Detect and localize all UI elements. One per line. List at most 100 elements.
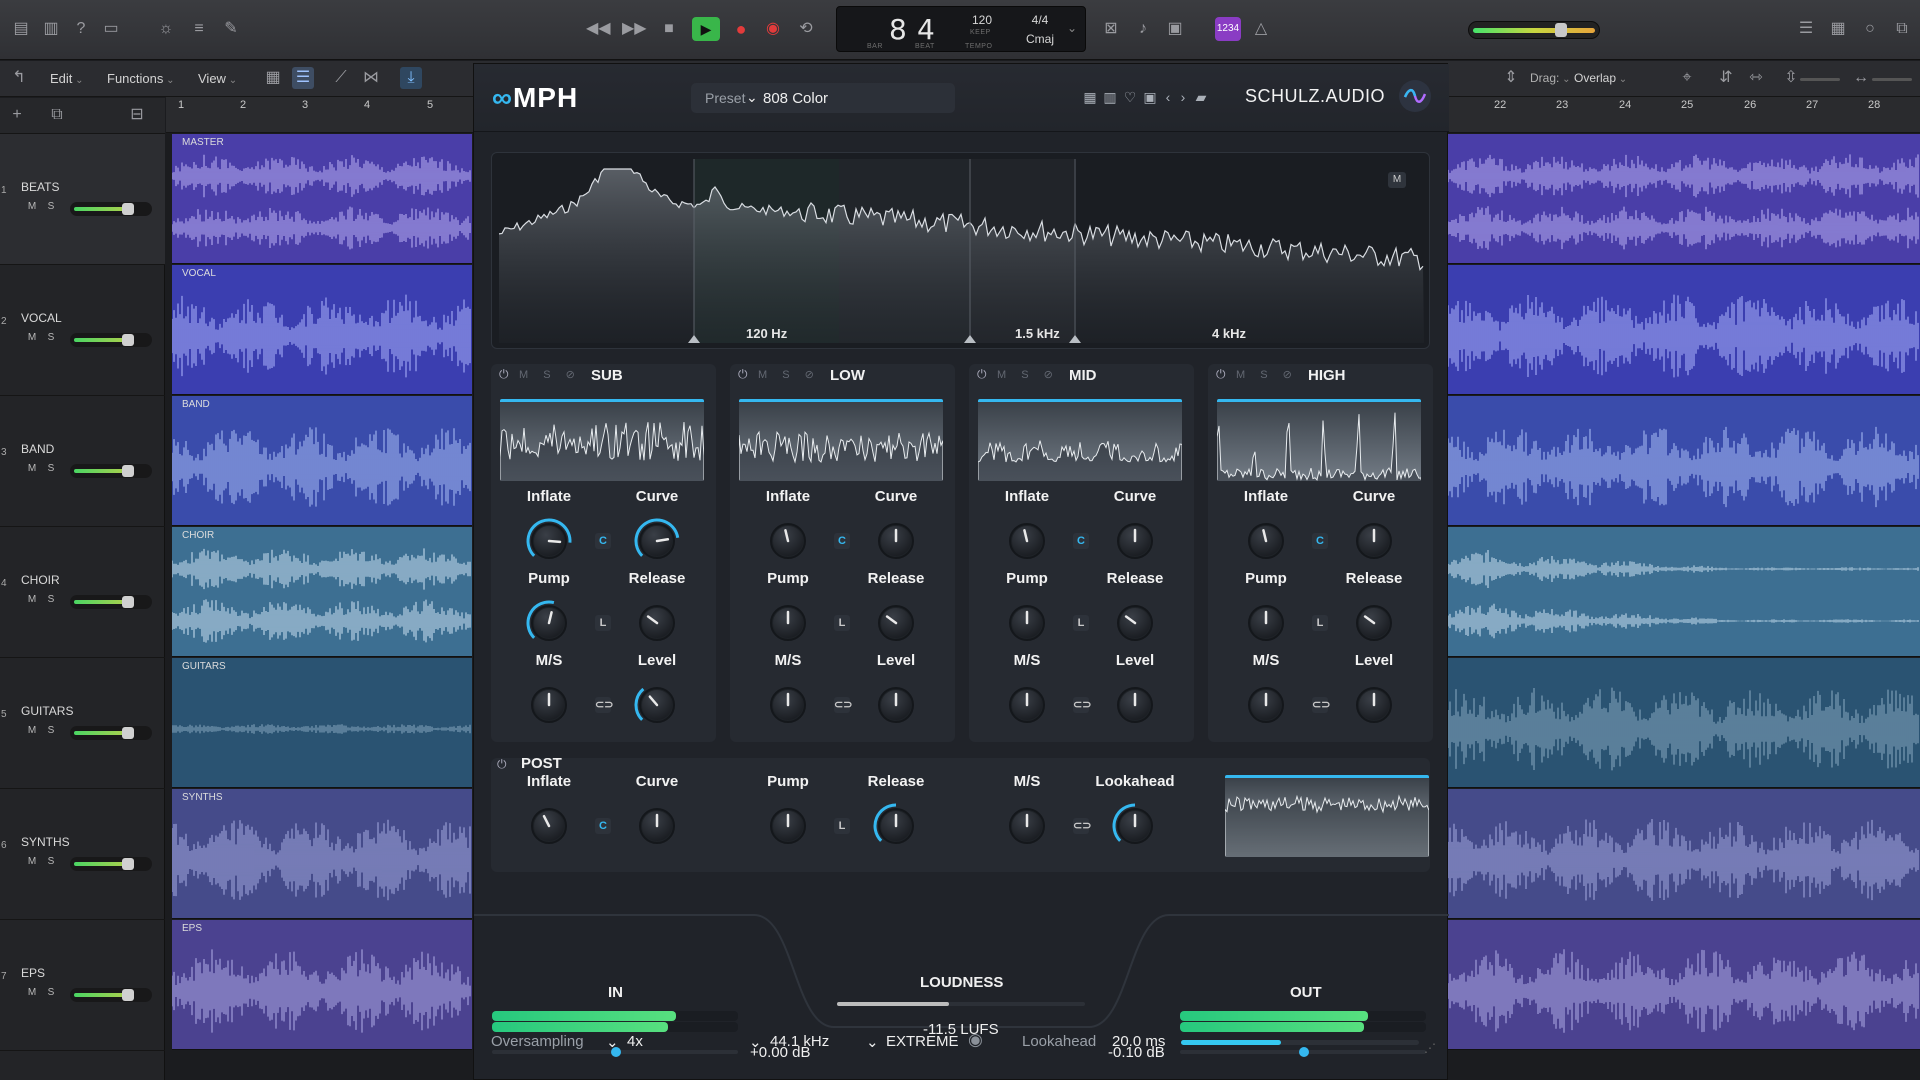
track-header[interactable]: 2 VOCAL M S	[0, 265, 165, 396]
curve-knob[interactable]	[1350, 517, 1398, 565]
ms-link-icon[interactable]: ⊂⊃	[595, 697, 613, 713]
track-volume-fader[interactable]	[70, 857, 152, 871]
capture-record-icon[interactable]: ◉	[762, 18, 784, 40]
spectrum-mode-button[interactable]: M	[1388, 172, 1406, 188]
flex-icon[interactable]: ⋈	[360, 67, 382, 89]
audio-region[interactable]: CHOIR	[172, 527, 472, 657]
release-link-toggle[interactable]: L	[1312, 615, 1328, 631]
release-link-toggle[interactable]: L	[1073, 615, 1089, 631]
audio-region[interactable]: VOCAL	[172, 265, 472, 395]
sample-rate-select[interactable]: 44.1 kHz	[770, 1033, 829, 1050]
global-tracks-icon[interactable]: ⊟	[126, 104, 148, 126]
stop-icon[interactable]: ■	[658, 18, 680, 40]
solo-button[interactable]: S	[45, 594, 57, 606]
smart-controls-icon[interactable]: ☼	[155, 18, 177, 40]
track-header[interactable]: 6 SYNTHS M S	[0, 789, 165, 920]
level-knob[interactable]	[872, 681, 920, 729]
mute-button[interactable]: M	[26, 201, 38, 213]
fader-handle[interactable]	[122, 596, 134, 608]
add-track-icon[interactable]: +	[6, 104, 28, 126]
release-knob[interactable]	[633, 599, 681, 647]
zoom-out-icon[interactable]: ⇳	[1780, 67, 1802, 89]
preset-chevron-icon[interactable]: ⌄	[746, 89, 758, 106]
track-header[interactable]: 5 GUITARS M S	[0, 658, 165, 789]
ms-link-icon[interactable]: ⊂⊃	[1073, 697, 1091, 713]
level-knob[interactable]	[1111, 681, 1159, 729]
mode-select[interactable]: EXTREME	[886, 1033, 959, 1050]
lookahead-footer-slider[interactable]	[1181, 1040, 1419, 1045]
post-ms-link-icon[interactable]: ⊂⊃	[1073, 818, 1091, 834]
cycle-icon[interactable]: ⟲	[795, 18, 817, 40]
functions-menu[interactable]: Functions	[107, 71, 175, 86]
audio-region[interactable]	[1448, 789, 1920, 919]
curve-knob[interactable]	[872, 517, 920, 565]
list-editor-icon[interactable]: ☰	[1795, 18, 1817, 40]
sample-rate-chevron-icon[interactable]: ⌄	[749, 1033, 762, 1051]
list-view-icon[interactable]: ☰	[292, 67, 314, 89]
next-preset-icon[interactable]: ›	[1174, 88, 1192, 106]
track-volume-fader[interactable]	[70, 464, 152, 478]
post-release-knob[interactable]	[872, 802, 920, 850]
waveform-zoom-icon[interactable]: ⇕	[1500, 67, 1522, 89]
fader-handle[interactable]	[122, 203, 134, 215]
audio-region[interactable]	[1448, 920, 1920, 1050]
search-icon[interactable]: ○	[1859, 18, 1881, 40]
release-link-toggle[interactable]: L	[595, 615, 611, 631]
band-mute-solo-icons[interactable]: M S ⊘	[519, 368, 581, 381]
fader-handle[interactable]	[122, 334, 134, 346]
band-mute-solo-icons[interactable]: M S ⊘	[997, 368, 1059, 381]
track-volume-fader[interactable]	[70, 988, 152, 1002]
lookahead-footer-value[interactable]: 20.0 ms	[1112, 1033, 1165, 1050]
release-knob[interactable]	[1111, 599, 1159, 647]
brand-wave-icon[interactable]	[1399, 80, 1431, 112]
grid-view-icon[interactable]: ▦	[262, 67, 284, 89]
solo-button[interactable]: S	[45, 987, 57, 999]
band-power-icon[interactable]: ⏻	[1216, 367, 1226, 382]
post-power-icon[interactable]: ⏻	[497, 757, 507, 772]
solo-button[interactable]: S	[45, 856, 57, 868]
library-icon[interactable]: ▤	[10, 18, 32, 40]
pump-knob[interactable]	[1003, 599, 1051, 647]
post-release-link-toggle[interactable]: L	[834, 818, 850, 834]
fader-handle[interactable]	[122, 465, 134, 477]
toolbar-icon[interactable]: ▭	[100, 18, 122, 40]
release-link-toggle[interactable]: L	[834, 615, 850, 631]
curve-clip-toggle[interactable]: C	[1073, 533, 1089, 549]
view-menu[interactable]: View	[198, 71, 237, 86]
help-icon[interactable]: ?	[70, 18, 92, 40]
curve-knob[interactable]	[1111, 517, 1159, 565]
solo-button[interactable]: S	[45, 463, 57, 475]
inflate-knob[interactable]	[764, 517, 812, 565]
ms-knob[interactable]	[1003, 681, 1051, 729]
curve-clip-toggle[interactable]: C	[1312, 533, 1328, 549]
ms-knob[interactable]	[764, 681, 812, 729]
save-icon[interactable]: ▣	[1141, 88, 1159, 106]
back-arrow-icon[interactable]: ↰	[8, 67, 30, 89]
resize-grip-icon[interactable]: ⋰	[1424, 1041, 1436, 1055]
master-volume-handle[interactable]	[1555, 23, 1567, 37]
level-knob[interactable]	[1350, 681, 1398, 729]
mute-button[interactable]: M	[26, 725, 38, 737]
notepad-icon[interactable]: ▦	[1827, 18, 1849, 40]
curve-clip-toggle[interactable]: C	[834, 533, 850, 549]
inflate-knob[interactable]	[1003, 517, 1051, 565]
vertical-zoom-slider[interactable]	[1800, 78, 1840, 81]
oversampling-chevron-icon[interactable]: ⌄	[606, 1033, 619, 1051]
fader-handle[interactable]	[122, 989, 134, 1001]
track-header[interactable]: 4 CHOIR M S	[0, 527, 165, 658]
horizontal-zoom-icon[interactable]: ⇿	[1745, 67, 1767, 89]
replace-icon[interactable]: ⊠	[1100, 18, 1122, 40]
track-header[interactable]: 7 EPS M S	[0, 920, 165, 1051]
audio-region[interactable]: GUITARS	[172, 658, 472, 788]
browser-icon[interactable]: ⧉	[1891, 18, 1913, 40]
automation-icon[interactable]: ⟋	[330, 67, 352, 89]
solo-button[interactable]: S	[45, 725, 57, 737]
oversampling-select[interactable]: 4x	[627, 1033, 643, 1050]
audio-region[interactable]	[1448, 265, 1920, 395]
post-inflate-knob[interactable]	[525, 802, 573, 850]
post-ms-knob[interactable]	[1003, 802, 1051, 850]
snap-icon[interactable]: ⌖	[1676, 67, 1698, 89]
preset-selector[interactable]: Preset ⌄ 808 Color	[691, 83, 955, 113]
audio-region[interactable]	[1448, 134, 1920, 264]
favorite-heart-icon[interactable]: ♡	[1121, 88, 1139, 106]
